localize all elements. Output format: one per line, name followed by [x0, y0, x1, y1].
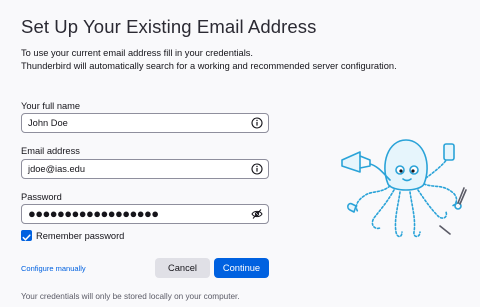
intro-line-1: To use your current email address fill i…: [21, 48, 254, 58]
info-icon[interactable]: [251, 117, 263, 129]
configure-manually-link[interactable]: Configure manually: [21, 264, 86, 273]
footer-note: Your credentials will only be stored loc…: [21, 292, 240, 301]
checkmark-icon: [22, 234, 31, 241]
email-field[interactable]: jdoe@ias.edu: [21, 159, 269, 179]
intro-text: To use your current email address fill i…: [21, 47, 397, 73]
full-name-label: Your full name: [21, 101, 81, 111]
cancel-button[interactable]: Cancel: [155, 258, 210, 278]
remember-password-checkbox[interactable]: [21, 230, 32, 241]
full-name-value: John Doe: [28, 118, 68, 128]
remember-password-label[interactable]: Remember password: [36, 231, 124, 241]
eye-slash-icon[interactable]: [251, 208, 263, 220]
password-value: ●●●●●●●●●●●●●●●●●●: [28, 206, 159, 221]
continue-button[interactable]: Continue: [214, 258, 269, 278]
email-label: Email address: [21, 146, 80, 156]
password-label: Password: [21, 192, 62, 202]
intro-line-2: Thunderbird will automatically search fo…: [21, 61, 397, 71]
info-icon[interactable]: [251, 163, 263, 175]
octopus-mascot-icon: [341, 139, 467, 238]
full-name-field[interactable]: John Doe: [21, 113, 269, 133]
email-value: jdoe@ias.edu: [28, 164, 85, 174]
password-field[interactable]: ●●●●●●●●●●●●●●●●●●: [21, 204, 269, 224]
page-title: Set Up Your Existing Email Address: [21, 16, 317, 37]
